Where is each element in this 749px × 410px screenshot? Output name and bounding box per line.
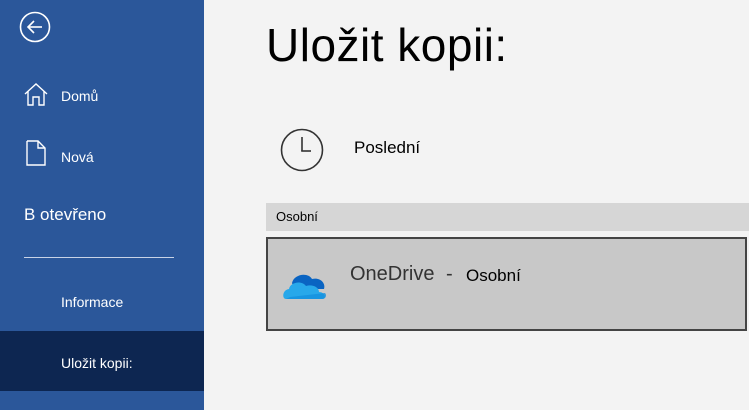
sidebar-section-open[interactable]: B otevřeno bbox=[24, 205, 106, 225]
clock-icon bbox=[280, 128, 324, 172]
new-document-icon bbox=[26, 140, 46, 166]
sidebar-item-label: Domů bbox=[61, 88, 99, 104]
location-recent[interactable]: Poslední bbox=[266, 118, 749, 180]
sidebar-divider bbox=[24, 257, 174, 258]
sidebar-item-save-copy[interactable]: Uložit kopii: bbox=[0, 331, 204, 391]
sidebar: Domů Nová B otevřeno Informace Uložit ko… bbox=[0, 0, 204, 410]
onedrive-cloud-icon bbox=[283, 274, 326, 299]
sidebar-item-label: Nová bbox=[61, 149, 94, 165]
home-icon bbox=[24, 83, 48, 106]
page-title: Uložit kopii: bbox=[266, 19, 508, 71]
location-account: Osobní bbox=[466, 266, 521, 285]
location-separator: - bbox=[446, 263, 453, 285]
sidebar-item-new[interactable]: Nová bbox=[0, 136, 204, 176]
group-header: Osobní bbox=[266, 203, 749, 231]
location-label: Poslední bbox=[354, 138, 421, 157]
sidebar-item-label: Informace bbox=[61, 294, 124, 310]
group-header-label: Osobní bbox=[276, 209, 318, 224]
location-onedrive-personal[interactable]: OneDrive - Osobní bbox=[266, 237, 747, 331]
sidebar-item-label: Uložit kopii: bbox=[61, 355, 133, 371]
location-name: OneDrive bbox=[350, 263, 435, 285]
back-arrow-icon[interactable] bbox=[19, 11, 51, 43]
sidebar-item-info[interactable]: Informace bbox=[0, 282, 204, 322]
sidebar-item-home[interactable]: Domů bbox=[0, 76, 204, 116]
